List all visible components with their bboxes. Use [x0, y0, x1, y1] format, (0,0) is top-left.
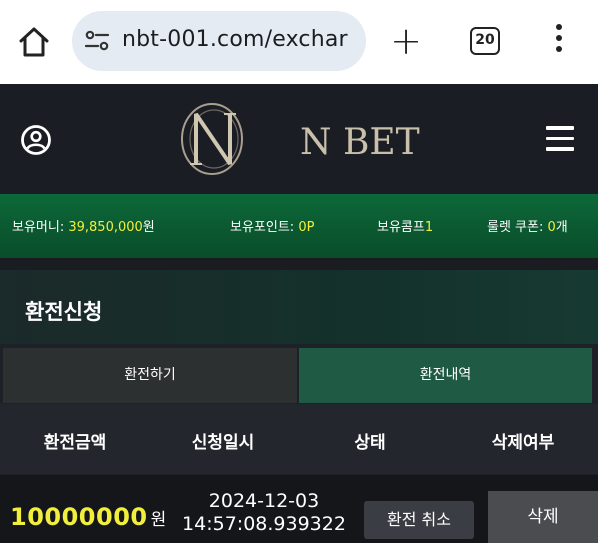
- delete-button[interactable]: 삭제: [488, 491, 598, 543]
- new-tab-button[interactable]: +: [390, 22, 422, 60]
- exchange-amount: 10000000 원: [10, 503, 167, 531]
- browser-menu-icon[interactable]: [552, 24, 566, 60]
- tab-exchange-request[interactable]: 환전하기: [3, 348, 297, 403]
- panel-title-bar: 환전신청: [0, 270, 598, 344]
- exchange-panel: 환전신청 환전하기 환전내역 환전금액 신청일시 상태 삭제여부 1000000…: [0, 270, 598, 543]
- balance-bar: 보유머니: 39,850,000원 보유포인트: 0P 보유콤프1 룰렛 쿠폰:…: [0, 194, 598, 258]
- page-title: 환전신청: [25, 300, 103, 324]
- user-icon[interactable]: [20, 124, 52, 156]
- column-header-status: 상태: [354, 433, 386, 453]
- site-settings-icon[interactable]: [84, 29, 110, 53]
- column-header-amount: 환전금액: [43, 433, 107, 453]
- nbet-logo[interactable]: N BET: [168, 96, 434, 182]
- svg-text:N BET: N BET: [300, 122, 420, 163]
- spacer: [0, 258, 598, 270]
- tab-exchange-history[interactable]: 환전내역: [299, 348, 592, 403]
- cancel-exchange-button[interactable]: 환전 취소: [364, 501, 474, 539]
- table-header: 환전금액 신청일시 상태 삭제여부: [0, 404, 598, 474]
- home-icon[interactable]: [16, 24, 52, 60]
- comp-balance: 보유콤프1: [377, 220, 434, 235]
- roulette-coupon-balance: 룰렛 쿠폰: 0개: [487, 220, 568, 235]
- column-header-date: 신청일시: [191, 433, 255, 453]
- column-header-delete: 삭제여부: [491, 433, 555, 453]
- menu-icon[interactable]: [546, 126, 574, 152]
- money-balance: 보유머니: 39,850,000원: [12, 220, 155, 235]
- table-row: 10000000 원 2024-12-03 14:57:08.939322 환전 …: [0, 475, 598, 543]
- tab-switcher-button[interactable]: 20: [470, 27, 500, 55]
- address-bar[interactable]: nbt-001.com/exchar: [72, 11, 366, 71]
- browser-toolbar: nbt-001.com/exchar + 20: [0, 0, 598, 84]
- url-text[interactable]: nbt-001.com/exchar: [122, 27, 358, 52]
- site-header: N BET: [0, 84, 598, 194]
- request-datetime: 2024-12-03 14:57:08.939322: [182, 490, 346, 535]
- points-balance: 보유포인트: 0P: [230, 220, 315, 235]
